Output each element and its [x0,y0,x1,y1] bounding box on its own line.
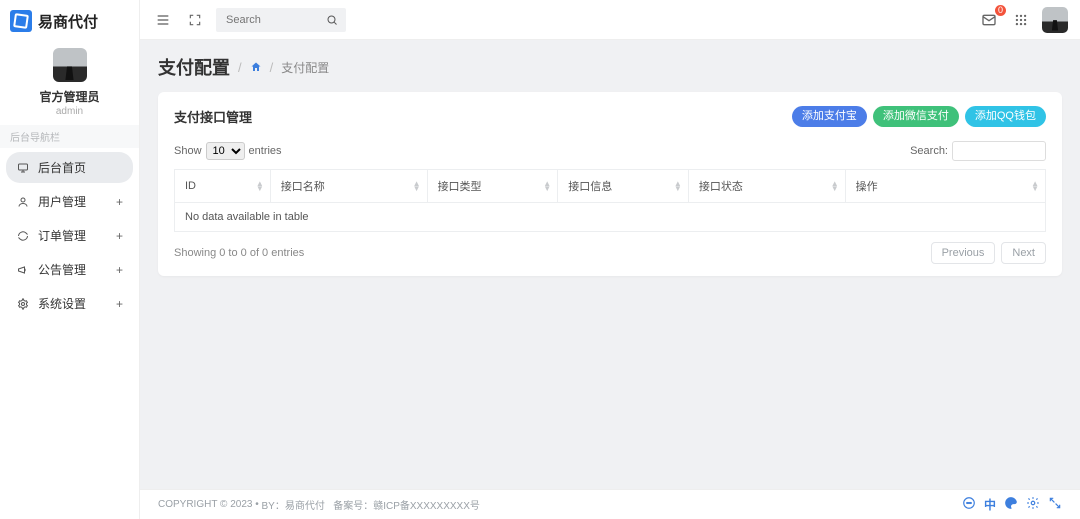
table-controls: Show 10 entries Search: [174,141,1046,161]
add-wechat-button[interactable]: 添加微信支付 [873,106,959,127]
profile-block: 官方管理员 admin [0,42,139,125]
card-title: 支付接口管理 [174,107,252,126]
footer-toolbar: 中 [962,496,1062,513]
card: 支付接口管理 添加支付宝 添加微信支付 添加QQ钱包 Show 10 entri… [158,92,1062,276]
sort-icon: ▲▼ [256,181,264,191]
sidebar-item-orders[interactable]: 订单管理 + [6,220,133,251]
page-title: 支付配置 [158,54,230,80]
sort-icon: ▲▼ [674,181,682,191]
card-actions: 添加支付宝 添加微信支付 添加QQ钱包 [792,106,1046,127]
col-label: ID [185,180,196,192]
length-prefix: Show [174,145,202,157]
footer: COPYRIGHT © 2023 • BY： 易商代付 备案号： 赣ICP备XX… [140,489,1080,519]
breadcrumb-sep: / [238,60,242,75]
home-icon [250,61,262,73]
sidebar-item-label: 系统设置 [38,295,116,312]
footer-settings-icon[interactable] [1026,496,1040,513]
length-select[interactable]: 10 [206,142,245,160]
col-label: 操作 [856,181,878,193]
sidebar-item-users[interactable]: 用户管理 + [6,186,133,217]
sidebar: 易商代付 官方管理员 admin 后台导航栏 后台首页 用户管理 + [0,0,140,519]
breadcrumb-sep: / [270,60,274,75]
mail-badge: 0 [995,5,1006,16]
length-suffix: entries [249,145,282,157]
col-status[interactable]: 接口状态 ▲▼ [688,170,845,203]
footer-record-link[interactable]: 赣ICP备XXXXXXXXX号 [373,497,480,512]
sort-icon: ▲▼ [831,181,839,191]
menu-toggle-icon[interactable] [152,9,174,31]
pager: Previous Next [931,242,1046,264]
sort-icon: ▲▼ [413,181,421,191]
content-area: 支付配置 / / 支付配置 支付接口管理 添加支付宝 添加微信支付 添加QQ钱包 [140,40,1080,519]
profile-display-name: 官方管理员 [39,88,99,105]
data-table: ID ▲▼ 接口名称 ▲▼ 接口类型 ▲▼ [174,169,1046,232]
table-search-label: Search: [910,145,948,157]
sidebar-item-announce[interactable]: 公告管理 + [6,254,133,285]
col-name[interactable]: 接口名称 ▲▼ [270,170,427,203]
col-label: 接口状态 [699,181,743,193]
col-info[interactable]: 接口信息 ▲▼ [558,170,689,203]
sort-icon: ▲▼ [1031,181,1039,191]
footer-by-link[interactable]: 易商代付 [285,497,325,512]
mail-button[interactable]: 0 [978,9,1000,31]
user-icon [16,196,30,208]
sidebar-nav: 后台首页 用户管理 + 订单管理 + 公告管理 [0,148,139,326]
profile-username: admin [56,106,83,117]
breadcrumb-current: 支付配置 [281,59,329,76]
expand-icon: + [116,297,123,311]
card-header: 支付接口管理 添加支付宝 添加微信支付 添加QQ钱包 [174,106,1046,127]
monitor-icon [16,162,30,174]
sidebar-item-settings[interactable]: 系统设置 + [6,288,133,319]
col-label: 接口类型 [438,181,482,193]
footer-record-label: 备案号： [333,497,373,512]
add-qq-button[interactable]: 添加QQ钱包 [965,106,1046,127]
pager-prev-button[interactable]: Previous [931,242,996,264]
footer-lang-icon[interactable]: 中 [984,496,996,513]
col-id[interactable]: ID ▲▼ [175,170,271,203]
footer-copyright: COPYRIGHT © 2023 [158,499,252,510]
expand-icon: + [116,195,123,209]
brand-logo-icon [10,10,32,32]
col-label: 接口信息 [568,181,612,193]
avatar[interactable] [53,48,87,82]
sidebar-item-label: 用户管理 [38,193,116,210]
apps-grid-icon[interactable] [1010,9,1032,31]
footer-by-label: BY： [262,497,285,512]
megaphone-icon [16,264,30,276]
sidebar-item-home[interactable]: 后台首页 [6,152,133,183]
footer-chat-icon[interactable] [962,496,976,513]
gear-icon [16,298,30,310]
footer-expand-icon[interactable] [1048,496,1062,513]
col-label: 接口名称 [281,181,325,193]
main-column: 0 支付配置 / / 支付配置 支付接口管理 添加 [140,0,1080,519]
refresh-icon [16,230,30,242]
footer-theme-icon[interactable] [1004,496,1018,513]
table-info: Showing 0 to 0 of 0 entries [174,247,304,259]
pager-next-button[interactable]: Next [1001,242,1046,264]
fullscreen-icon[interactable] [184,9,206,31]
topbar-search [216,8,346,32]
brand-name: 易商代付 [38,11,98,32]
table-empty-text: No data available in table [175,203,1046,232]
topbar: 0 [140,0,1080,40]
sidebar-section-label: 后台导航栏 [0,125,139,148]
brand[interactable]: 易商代付 [0,0,139,42]
table-search-input[interactable] [952,141,1046,161]
expand-icon: + [116,229,123,243]
sidebar-item-label: 公告管理 [38,261,116,278]
breadcrumb: 支付配置 / / 支付配置 [158,54,1062,80]
search-input[interactable] [216,8,346,32]
sort-icon: ▲▼ [543,181,551,191]
add-alipay-button[interactable]: 添加支付宝 [792,106,867,127]
table-empty-row: No data available in table [175,203,1046,232]
col-type[interactable]: 接口类型 ▲▼ [427,170,558,203]
table-footer: Showing 0 to 0 of 0 entries Previous Nex… [174,242,1046,264]
sidebar-item-label: 订单管理 [38,227,116,244]
sidebar-item-label: 后台首页 [38,159,123,176]
col-action[interactable]: 操作 ▲▼ [845,170,1045,203]
breadcrumb-home[interactable] [250,61,262,73]
expand-icon: + [116,263,123,277]
topbar-avatar[interactable] [1042,7,1068,33]
